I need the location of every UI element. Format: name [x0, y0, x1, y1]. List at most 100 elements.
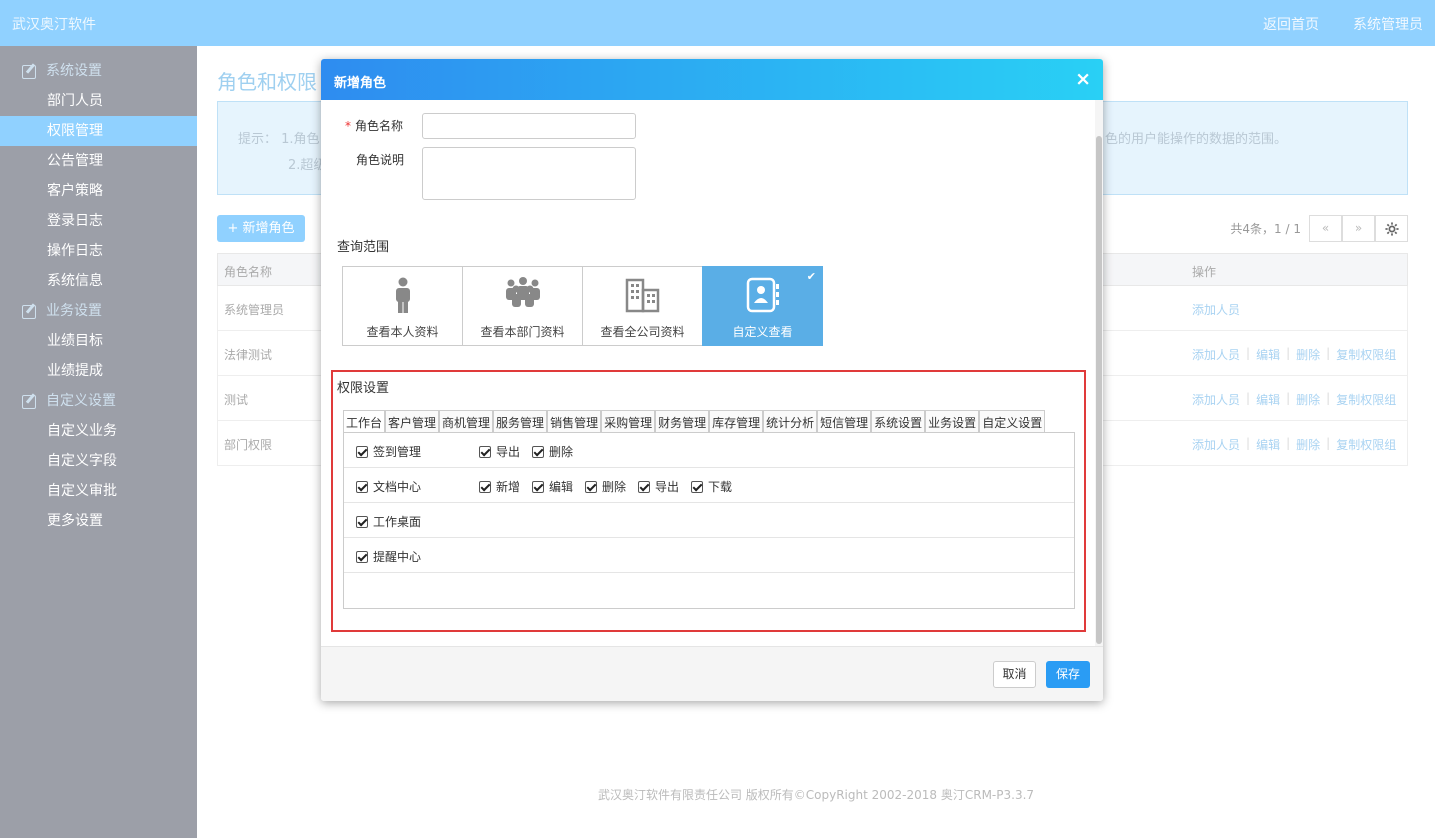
scope-selector: 查看本人资料 查看本部门资料 查看全公司资料 ✔ 自定义查看 [342, 266, 823, 346]
sidebar-item-department-staff[interactable]: 部门人员 [0, 86, 197, 116]
checkbox-checked-icon [585, 480, 597, 493]
role-desc-textarea[interactable] [422, 147, 636, 200]
sidebar-item-operation-log[interactable]: 操作日志 [0, 236, 197, 266]
sidebar-group-custom[interactable]: 自定义设置 [0, 386, 197, 416]
add-member-link[interactable]: 添加人员 [1192, 436, 1240, 453]
sidebar-group-label: 系统设置 [46, 63, 102, 79]
copy-permission-link[interactable]: 复制权限组 [1336, 391, 1396, 408]
sidebar-item-custom-approval[interactable]: 自定义审批 [0, 476, 197, 506]
tip-text-end: 色的用户能操作的数据的范围。 [1104, 132, 1287, 147]
permission-section-title: 权限设置 [337, 381, 390, 396]
page-title: 角色和权限 [217, 70, 317, 94]
contact-book-icon [703, 277, 822, 313]
checkbox-checked-icon [356, 445, 368, 458]
home-link[interactable]: 返回首页 [1263, 14, 1319, 34]
row-actions: 添加人员 | 编辑 | 删除 | 复制权限组 [1192, 436, 1397, 453]
sidebar-item-system-info[interactable]: 系统信息 [0, 266, 197, 296]
top-bar: 武汉奥汀软件 返回首页 系统管理员 [0, 0, 1435, 46]
delete-link[interactable]: 删除 [1296, 346, 1320, 363]
edit-icon [22, 393, 38, 409]
sidebar-item-performance-target[interactable]: 业绩目标 [0, 326, 197, 356]
role-name-cell: 系统管理员 [224, 303, 285, 317]
sidebar-item-announcements[interactable]: 公告管理 [0, 146, 197, 176]
scope-option-custom[interactable]: ✔ 自定义查看 [702, 266, 823, 346]
row-actions: 添加人员 [1192, 301, 1240, 318]
row-actions: 添加人员 | 编辑 | 删除 | 复制权限组 [1192, 346, 1397, 363]
delete-link[interactable]: 删除 [1296, 391, 1320, 408]
perm-docs-delete-checkbox[interactable]: 删除 [585, 478, 626, 495]
perm-docs-checkbox[interactable]: 文档中心 [356, 478, 421, 495]
permission-settings-section: 权限设置 工作台 客户管理 商机管理 服务管理 销售管理 采购管理 财务管理 库… [331, 370, 1086, 632]
role-name-label: * 角色名称 [345, 119, 404, 133]
role-name-input[interactable] [422, 113, 636, 139]
sidebar: 系统设置 部门人员 权限管理 公告管理 客户策略 登录日志 操作日志 系统信息 … [0, 46, 197, 838]
next-page-button[interactable]: » [1342, 215, 1375, 242]
perm-reminder-checkbox[interactable]: 提醒中心 [356, 548, 421, 565]
checkbox-checked-icon [479, 445, 491, 458]
sidebar-item-permission-management[interactable]: 权限管理 [0, 116, 197, 146]
admin-user-menu[interactable]: 系统管理员 [1353, 14, 1423, 34]
sidebar-group-label: 自定义设置 [46, 393, 116, 409]
role-name-cell: 测试 [224, 393, 249, 407]
perm-docs-edit-checkbox[interactable]: 编辑 [532, 478, 573, 495]
cancel-button[interactable]: 取消 [993, 661, 1036, 688]
building-icon [583, 277, 702, 313]
gear-icon[interactable] [1375, 215, 1408, 242]
dialog-scrollbar[interactable] [1095, 100, 1103, 646]
perm-checkin-delete-checkbox[interactable]: 删除 [532, 443, 573, 460]
sidebar-item-custom-business[interactable]: 自定义业务 [0, 416, 197, 446]
close-icon[interactable]: × [1075, 69, 1091, 89]
checkbox-checked-icon [356, 515, 368, 528]
sidebar-item-login-log[interactable]: 登录日志 [0, 206, 197, 236]
sidebar-item-customer-policy[interactable]: 客户策略 [0, 176, 197, 206]
role-desc-label: 角色说明 [356, 153, 405, 167]
sidebar-group-system[interactable]: 系统设置 [0, 56, 197, 86]
dialog-header: 新增角色 × [321, 59, 1103, 100]
sidebar-item-custom-fields[interactable]: 自定义字段 [0, 446, 197, 476]
edit-link[interactable]: 编辑 [1256, 391, 1280, 408]
scrollbar-thumb[interactable] [1096, 136, 1102, 644]
brand-name: 武汉奥汀软件 [12, 17, 96, 33]
scope-section-title: 查询范围 [337, 240, 390, 255]
edit-link[interactable]: 编辑 [1256, 346, 1280, 363]
scope-option-company[interactable]: 查看全公司资料 [582, 266, 703, 346]
perm-desktop-checkbox[interactable]: 工作桌面 [356, 513, 421, 530]
copy-permission-link[interactable]: 复制权限组 [1336, 436, 1396, 453]
checkbox-checked-icon [356, 550, 368, 563]
permission-row: 提醒中心 [344, 538, 1074, 573]
edit-link[interactable]: 编辑 [1256, 436, 1280, 453]
scope-option-label: 查看本人资料 [366, 325, 439, 339]
add-member-link[interactable]: 添加人员 [1192, 346, 1240, 363]
perm-docs-download-checkbox[interactable]: 下载 [691, 478, 732, 495]
sidebar-group-business[interactable]: 业务设置 [0, 296, 197, 326]
top-nav: 返回首页 系统管理员 [1263, 14, 1435, 34]
scope-option-department[interactable]: 查看本部门资料 [462, 266, 583, 346]
scope-option-self[interactable]: 查看本人资料 [342, 266, 463, 346]
delete-link[interactable]: 删除 [1296, 436, 1320, 453]
scope-option-label: 自定义查看 [732, 325, 793, 339]
edit-icon [22, 63, 38, 79]
add-role-dialog: 新增角色 × * 角色名称 角色说明 查询范围 查看本人资料 查看本部门资料 查… [321, 59, 1103, 701]
sidebar-item-more-settings[interactable]: 更多设置 [0, 506, 197, 536]
record-count: 共4条，1 / 1 [1230, 222, 1301, 236]
checkbox-checked-icon [638, 480, 650, 493]
perm-checkin-checkbox[interactable]: 签到管理 [356, 443, 421, 460]
group-icon [463, 277, 582, 313]
add-member-link[interactable]: 添加人员 [1192, 301, 1240, 318]
add-member-link[interactable]: 添加人员 [1192, 391, 1240, 408]
sidebar-item-commission[interactable]: 业绩提成 [0, 356, 197, 386]
perm-checkin-export-checkbox[interactable]: 导出 [479, 443, 520, 460]
dialog-body: * 角色名称 角色说明 查询范围 查看本人资料 查看本部门资料 查看全公司资料 … [321, 100, 1103, 646]
tip-text: 提示： 1.角色 [238, 132, 320, 147]
dialog-title: 新增角色 [334, 76, 387, 91]
sidebar-group-label: 业务设置 [46, 303, 102, 319]
checkbox-checked-icon [479, 480, 491, 493]
save-button[interactable]: 保存 [1046, 661, 1090, 688]
perm-docs-add-checkbox[interactable]: 新增 [479, 478, 520, 495]
column-header-name: 角色名称 [224, 265, 273, 279]
perm-docs-export-checkbox[interactable]: 导出 [638, 478, 679, 495]
add-role-button[interactable]: + 新增角色 [217, 215, 305, 242]
scope-option-label: 查看本部门资料 [480, 325, 565, 339]
copy-permission-link[interactable]: 复制权限组 [1336, 346, 1396, 363]
prev-page-button[interactable]: « [1309, 215, 1342, 242]
